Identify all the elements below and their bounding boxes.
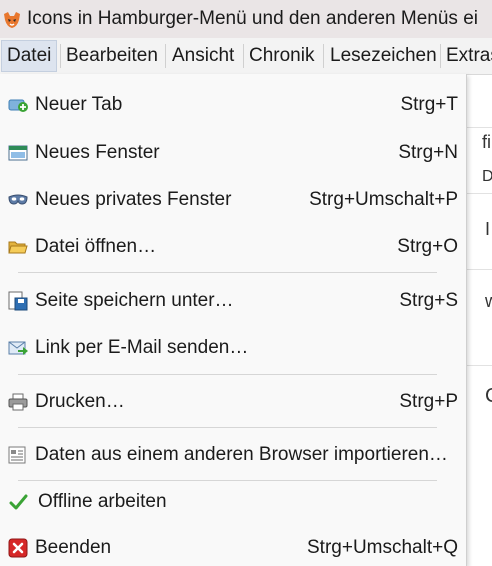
new-window-icon (8, 145, 28, 161)
menu-item-quit[interactable]: Beenden Strg+Umschalt+Q (0, 526, 466, 566)
menu-item-shortcut: Strg+T (400, 94, 458, 115)
folder-open-icon (8, 241, 28, 254)
menu-item-shortcut: Strg+O (397, 236, 458, 257)
menu-item-label: Seite speichern unter… (35, 290, 234, 311)
menu-item-label: Beenden (35, 537, 112, 558)
background-divider (465, 269, 492, 270)
background-divider (465, 193, 492, 194)
menu-divider (18, 427, 437, 428)
menu-datei[interactable]: Datei (1, 40, 58, 72)
menu-item-shortcut: Strg+S (399, 290, 458, 311)
menu-item-shortcut: Strg+P (399, 391, 458, 412)
menu-bearbeiten[interactable]: Bearbeiten (61, 40, 163, 72)
menu-separator (323, 44, 324, 68)
menu-chronik[interactable]: Chronik (244, 40, 319, 72)
background-text: fi (482, 132, 491, 152)
email-link-icon (8, 341, 28, 355)
browser-window: Icons in Hamburger-Menü und den anderen … (0, 0, 492, 566)
menu-item-new-private-window[interactable]: Neues privates Fenster Strg+Umschalt+P (0, 178, 466, 222)
menu-item-label: Neues privates Fenster (35, 189, 232, 210)
menu-item-shortcut: Strg+N (398, 142, 458, 163)
window-title: Icons in Hamburger-Menü und den anderen … (27, 8, 478, 29)
menu-item-new-tab[interactable]: Neuer Tab Strg+T (0, 83, 466, 127)
background-divider (465, 365, 492, 366)
menu-item-open-file[interactable]: Datei öffnen… Strg+O (0, 225, 466, 269)
menu-extras[interactable]: Extras (441, 40, 492, 72)
printer-icon (8, 393, 28, 411)
menu-divider (18, 374, 437, 375)
background-text: I (485, 219, 491, 239)
menu-item-new-window[interactable]: Neues Fenster Strg+N (0, 131, 466, 175)
menu-item-label: Daten aus einem anderen Browser importie… (35, 444, 448, 465)
firefox-fox-icon (4, 12, 20, 28)
menu-item-shortcut: Strg+Umschalt+P (309, 189, 458, 210)
import-data-icon (8, 446, 26, 464)
background-text: D (482, 168, 492, 185)
menu-lesezeichen[interactable]: Lesezeichen (325, 40, 442, 72)
menu-item-import-data[interactable]: Daten aus einem anderen Browser importie… (0, 433, 466, 477)
menu-divider (18, 272, 437, 273)
menu-item-label: Datei öffnen… (35, 236, 157, 257)
background-page: fi D I w C (465, 75, 492, 566)
background-text: w (485, 291, 492, 311)
checkmark-icon (9, 494, 28, 510)
file-menu-dropdown: Neuer Tab Strg+T Neues Fenster Strg+N Ne… (0, 74, 467, 566)
private-window-mask-icon (8, 194, 28, 205)
menu-item-work-offline[interactable]: Offline arbeiten (0, 480, 466, 524)
quit-icon (8, 538, 28, 558)
menu-separator (165, 44, 166, 68)
new-tab-icon (8, 99, 28, 112)
menu-item-label: Offline arbeiten (38, 491, 167, 512)
menu-item-label: Neuer Tab (35, 94, 123, 115)
background-divider (465, 127, 492, 128)
menu-item-shortcut: Strg+Umschalt+Q (307, 537, 458, 558)
menu-item-print[interactable]: Drucken… Strg+P (0, 380, 466, 424)
menu-item-label: Drucken… (35, 391, 125, 412)
menu-item-save-page-as[interactable]: Seite speichern unter… Strg+S (0, 279, 466, 323)
menu-item-label: Neues Fenster (35, 142, 160, 163)
background-text: C (485, 385, 492, 408)
menu-item-email-link[interactable]: Link per E-Mail senden… (0, 326, 466, 370)
save-page-icon (8, 291, 28, 311)
menu-item-label: Link per E-Mail senden… (35, 337, 249, 358)
menu-ansicht[interactable]: Ansicht (167, 40, 239, 72)
menu-bar: Datei Bearbeiten Ansicht Chronik Lesezei… (0, 38, 492, 75)
title-bar: Icons in Hamburger-Menü und den anderen … (0, 0, 492, 38)
